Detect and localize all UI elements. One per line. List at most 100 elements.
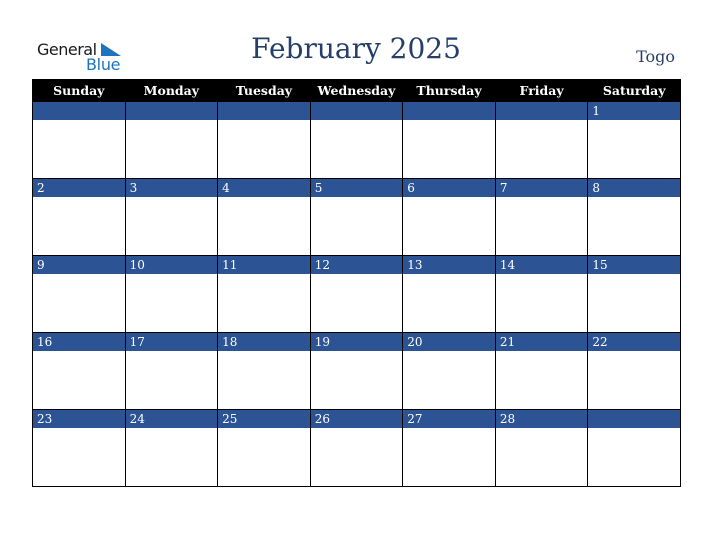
weekday-header: Thursday <box>402 79 496 102</box>
day-number: 2 <box>33 179 125 197</box>
day-number: 5 <box>310 179 403 197</box>
day-cell[interactable]: 26 <box>309 409 404 487</box>
day-number: 9 <box>33 256 125 274</box>
day-number: 3 <box>125 179 218 197</box>
day-cell[interactable]: 23 <box>32 409 126 487</box>
day-number: 1 <box>588 102 680 120</box>
weekday-header-row: Sunday Monday Tuesday Wednesday Thursday… <box>32 79 681 102</box>
day-notes-area <box>311 120 403 178</box>
day-number: 20 <box>403 333 495 351</box>
day-cell[interactable]: 19 <box>309 332 404 410</box>
day-number: 11 <box>218 256 310 274</box>
weekday-header: Monday <box>124 79 219 102</box>
day-cell[interactable]: 4 <box>217 178 311 256</box>
weekday-header: Sunday <box>32 79 126 102</box>
day-cell[interactable] <box>402 101 496 179</box>
day-notes-area <box>311 274 403 332</box>
day-cell[interactable] <box>587 409 681 487</box>
day-number: 6 <box>403 179 495 197</box>
day-number: 28 <box>495 410 588 428</box>
week-row: 16 17 18 19 20 21 22 <box>32 332 681 410</box>
day-number: 22 <box>588 333 680 351</box>
day-number: 27 <box>403 410 495 428</box>
day-notes-area <box>33 428 125 486</box>
day-notes-area <box>496 351 588 409</box>
day-number <box>310 102 403 120</box>
day-cell[interactable]: 16 <box>32 332 126 410</box>
weekday-header: Saturday <box>587 79 681 102</box>
day-cell[interactable]: 20 <box>402 332 496 410</box>
day-notes-area <box>496 428 588 486</box>
day-cell[interactable]: 24 <box>124 409 219 487</box>
day-cell[interactable]: 12 <box>309 255 404 333</box>
day-number: 24 <box>125 410 218 428</box>
day-number <box>125 102 218 120</box>
day-cell[interactable]: 13 <box>402 255 496 333</box>
week-row: 1 <box>32 101 681 179</box>
day-notes-area <box>33 274 125 332</box>
day-cell[interactable]: 22 <box>587 332 681 410</box>
week-row: 23 24 25 26 27 28 <box>32 409 681 487</box>
day-cell[interactable]: 17 <box>124 332 219 410</box>
day-number: 23 <box>33 410 125 428</box>
day-number: 13 <box>403 256 495 274</box>
day-cell[interactable]: 18 <box>217 332 311 410</box>
week-row: 9 10 11 12 13 14 15 <box>32 255 681 333</box>
day-cell[interactable]: 28 <box>494 409 589 487</box>
day-cell[interactable]: 10 <box>124 255 219 333</box>
day-cell[interactable]: 27 <box>402 409 496 487</box>
day-notes-area <box>311 428 403 486</box>
day-cell[interactable]: 1 <box>587 101 681 179</box>
day-number <box>33 102 125 120</box>
calendar-grid: Sunday Monday Tuesday Wednesday Thursday… <box>32 79 681 487</box>
day-cell[interactable]: 3 <box>124 178 219 256</box>
day-number: 25 <box>218 410 310 428</box>
day-notes-area <box>403 197 495 255</box>
week-row: 2345678 <box>32 178 681 256</box>
day-cell[interactable]: 6 <box>402 178 496 256</box>
day-notes-area <box>588 351 680 409</box>
day-cell[interactable]: 8 <box>587 178 681 256</box>
day-notes-area <box>126 120 218 178</box>
day-number <box>403 102 495 120</box>
day-notes-area <box>496 197 588 255</box>
day-cell[interactable]: 11 <box>217 255 311 333</box>
day-cell[interactable]: 14 <box>494 255 589 333</box>
day-number: 21 <box>495 333 588 351</box>
day-number: 16 <box>33 333 125 351</box>
day-cell[interactable]: 25 <box>217 409 311 487</box>
day-cell[interactable]: 15 <box>587 255 681 333</box>
day-notes-area <box>311 197 403 255</box>
day-number: 26 <box>310 410 403 428</box>
day-cell[interactable]: 7 <box>494 178 589 256</box>
day-notes-area <box>126 197 218 255</box>
day-notes-area <box>403 120 495 178</box>
day-notes-area <box>33 120 125 178</box>
day-notes-area <box>33 197 125 255</box>
day-notes-area <box>218 428 310 486</box>
weekday-header: Wednesday <box>309 79 404 102</box>
day-cell[interactable] <box>124 101 219 179</box>
day-notes-area <box>588 120 680 178</box>
day-number <box>495 102 588 120</box>
day-notes-area <box>126 428 218 486</box>
day-cell[interactable]: 9 <box>32 255 126 333</box>
day-number: 12 <box>310 256 403 274</box>
day-notes-area <box>311 351 403 409</box>
day-notes-area <box>126 351 218 409</box>
day-notes-area <box>496 120 588 178</box>
day-cell[interactable] <box>494 101 589 179</box>
weekday-header: Tuesday <box>217 79 311 102</box>
day-cell[interactable]: 2 <box>32 178 126 256</box>
day-notes-area <box>126 274 218 332</box>
day-number: 8 <box>588 179 680 197</box>
day-number: 18 <box>218 333 310 351</box>
day-cell[interactable]: 21 <box>494 332 589 410</box>
day-cell[interactable] <box>217 101 311 179</box>
day-notes-area <box>218 351 310 409</box>
day-number: 4 <box>218 179 310 197</box>
day-cell[interactable] <box>309 101 404 179</box>
day-cell[interactable]: 5 <box>309 178 404 256</box>
day-cell[interactable] <box>32 101 126 179</box>
day-number: 14 <box>495 256 588 274</box>
